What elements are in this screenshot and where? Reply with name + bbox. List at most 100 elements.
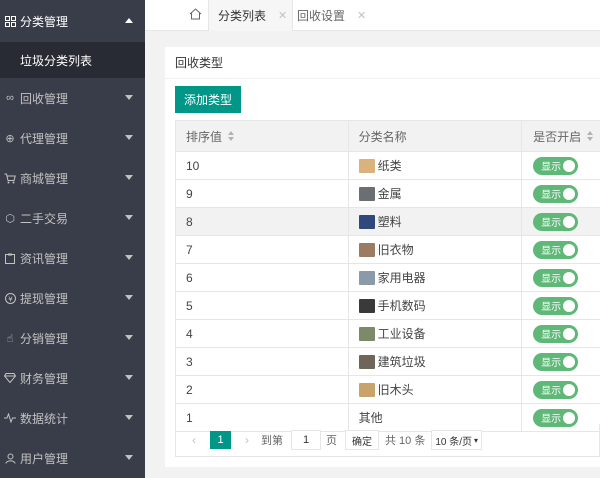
enabled-switch[interactable]: 显示 <box>533 240 579 259</box>
table-row[interactable]: 10 纸类 显示 <box>176 152 600 180</box>
next-page-icon[interactable]: › <box>239 433 255 447</box>
tab-recycle-settings[interactable]: 回收设置 ✕ <box>295 0 380 31</box>
nav-label: 商城管理 <box>20 171 69 186</box>
tab-label: 回收设置 <box>297 9 346 23</box>
tab-label: 分类列表 <box>218 9 267 23</box>
nav-child-garbage-category-list[interactable]: 垃圾分类列表 <box>0 42 145 78</box>
category-name-cell: 旧衣物 <box>349 236 523 263</box>
tab-category-list[interactable]: 分类列表 ✕ <box>208 0 293 31</box>
category-thumbnail <box>358 382 375 397</box>
category-thumbnail <box>358 298 375 313</box>
sort-value-cell: 7 <box>176 236 349 263</box>
enabled-switch[interactable]: 显示 <box>533 324 579 343</box>
table-row[interactable]: 6 家用电器 显示 <box>176 264 600 292</box>
nav-label: 分类管理 <box>20 14 69 29</box>
table-row[interactable]: 4 工业设备 显示 <box>176 320 600 348</box>
card-title: 回收类型 <box>165 47 600 79</box>
table-row[interactable]: 7 旧衣物 显示 <box>176 236 600 264</box>
chevron-down-icon <box>125 135 133 140</box>
category-name: 纸类 <box>377 159 402 173</box>
table-row[interactable]: 2 旧木头 显示 <box>176 376 600 404</box>
sort-icon[interactable] <box>228 131 236 141</box>
enabled-switch[interactable]: 显示 <box>533 184 579 203</box>
table-body: 10 纸类 显示 9 金属 显示 8 塑料 显示 7 旧衣物 显示 6 家用电器 显示 5 手机数码 显示 4 工业设… <box>176 152 600 432</box>
table-row[interactable]: 8 塑料 显示 <box>176 208 600 236</box>
chevron-down-icon <box>125 455 133 460</box>
enabled-switch[interactable]: 显示 <box>533 380 579 399</box>
current-page[interactable]: 1 <box>210 431 231 449</box>
user-icon <box>3 451 17 465</box>
page-input[interactable]: 1 <box>291 430 321 450</box>
chevron-down-icon <box>125 375 133 380</box>
switch-knob <box>563 383 576 396</box>
category-name: 建筑垃圾 <box>377 355 426 369</box>
sort-value-cell: 3 <box>176 348 349 375</box>
nav-withdraw-management[interactable]: ¥ 提现管理 <box>0 278 145 318</box>
enabled-switch[interactable]: 显示 <box>533 268 579 287</box>
nav-distribution-management[interactable]: ☝ 分销管理 <box>0 318 145 358</box>
cart-icon <box>3 171 17 185</box>
nav-mall-management[interactable]: 商城管理 <box>0 158 145 198</box>
add-type-button[interactable]: 添加类型 <box>175 86 241 113</box>
nav-label: 数据统计 <box>20 411 69 426</box>
home-tab[interactable] <box>185 0 205 31</box>
nav-label: 财务管理 <box>20 371 69 386</box>
enabled-switch[interactable]: 显示 <box>533 212 579 231</box>
nav-data-statistics[interactable]: 数据统计 <box>0 398 145 438</box>
table-row[interactable]: 3 建筑垃圾 显示 <box>176 348 600 376</box>
category-name-cell: 家用电器 <box>349 264 523 291</box>
chevron-down-icon: ▾ <box>474 435 479 445</box>
chevron-down-icon <box>125 415 133 420</box>
switch-knob <box>563 159 576 172</box>
nav-label: 回收管理 <box>20 91 69 106</box>
header-sort-value[interactable]: 排序值 <box>176 121 349 151</box>
switch-knob <box>563 299 576 312</box>
enabled-cell: 显示 <box>522 180 600 207</box>
switch-label: 显示 <box>541 302 562 313</box>
sort-value-cell: 2 <box>176 376 349 403</box>
prev-page-icon[interactable]: ‹ <box>186 433 202 447</box>
header-enabled[interactable]: 是否开启 <box>522 121 600 151</box>
enabled-switch[interactable]: 显示 <box>533 296 579 315</box>
table-row[interactable]: 9 金属 显示 <box>176 180 600 208</box>
switch-knob <box>563 187 576 200</box>
category-name: 旧衣物 <box>377 243 414 257</box>
chevron-down-icon <box>125 175 133 180</box>
nav-user-management[interactable]: 用户管理 <box>0 438 145 478</box>
switch-label: 显示 <box>541 162 562 173</box>
category-name: 塑料 <box>377 215 402 229</box>
switch-knob <box>563 327 576 340</box>
category-thumbnail <box>358 158 375 173</box>
nav-category-management[interactable]: 分类管理 <box>0 0 145 42</box>
category-name-cell: 塑料 <box>349 208 523 235</box>
pulse-icon <box>3 411 17 425</box>
enabled-cell: 显示 <box>522 320 600 347</box>
enabled-switch[interactable]: 显示 <box>533 156 579 175</box>
nav-second-hand-trade[interactable]: ⬡ 二手交易 <box>0 198 145 238</box>
switch-knob <box>563 411 576 424</box>
category-name-cell: 建筑垃圾 <box>349 348 523 375</box>
category-thumbnail <box>358 214 375 229</box>
nav-recycle-management[interactable]: ∞ 回收管理 <box>0 78 145 118</box>
nav-label: 用户管理 <box>20 451 69 466</box>
nav-news-management[interactable]: 资讯管理 <box>0 238 145 278</box>
category-name-cell: 手机数码 <box>349 292 523 319</box>
sidebar: 分类管理 垃圾分类列表 ∞ 回收管理 ⊕ 代理管理 商城管理 ⬡ 二手交易 资讯… <box>0 0 145 478</box>
nav-label: 资讯管理 <box>20 251 69 266</box>
chevron-down-icon <box>125 255 133 260</box>
per-page-select[interactable]: 10 条/页 ▾ <box>431 430 483 450</box>
category-name-cell: 工业设备 <box>349 320 523 347</box>
close-icon[interactable]: ✕ <box>278 9 287 22</box>
enabled-cell: 显示 <box>522 152 600 179</box>
nav-agent-management[interactable]: ⊕ 代理管理 <box>0 118 145 158</box>
svg-text:¥: ¥ <box>8 295 13 303</box>
close-icon[interactable]: ✕ <box>357 9 366 22</box>
cube-icon: ⬡ <box>5 212 15 225</box>
table-row[interactable]: 5 手机数码 显示 <box>176 292 600 320</box>
nav-finance-management[interactable]: 财务管理 <box>0 358 145 398</box>
chevron-up-icon <box>125 18 133 23</box>
enabled-switch[interactable]: 显示 <box>533 352 579 371</box>
confirm-button[interactable]: 确定 <box>345 430 379 450</box>
sort-icon[interactable] <box>587 131 595 141</box>
category-thumbnail <box>358 270 375 285</box>
